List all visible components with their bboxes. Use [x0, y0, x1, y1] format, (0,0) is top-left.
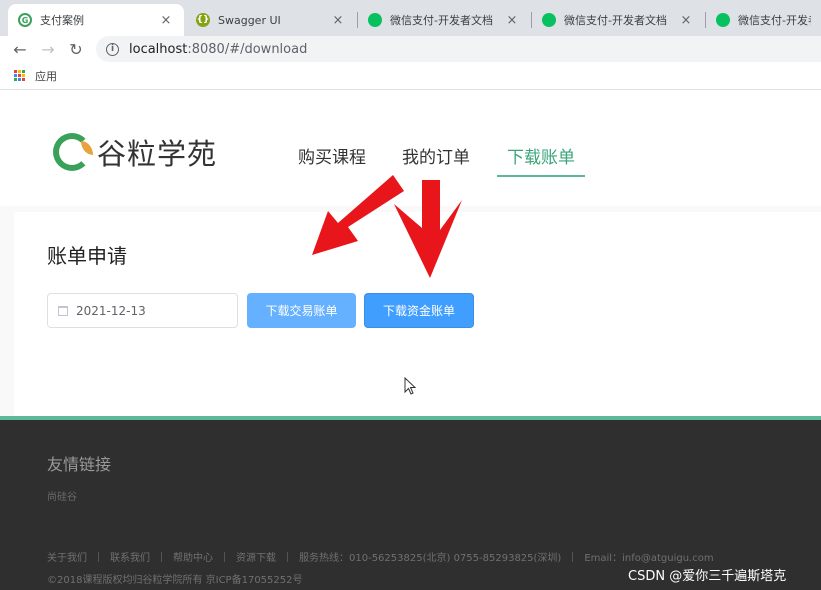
tab-close-icon[interactable]: ×	[330, 13, 346, 28]
tab-wechat-docs-1[interactable]: 微信支付-开发者文档 ×	[358, 4, 530, 36]
footer-links: 关于我们 联系我们 帮助中心 资源下载 服务热线：010-56253825(北京…	[47, 549, 714, 564]
footer-divider	[98, 551, 99, 562]
tab-close-icon[interactable]: ×	[678, 13, 694, 28]
footer-divider	[224, 551, 225, 562]
wechat-icon	[542, 13, 556, 27]
footer-divider	[161, 551, 162, 562]
footer-link-contact[interactable]: 联系我们	[110, 549, 150, 564]
site-info-icon[interactable]: i	[106, 42, 119, 56]
reload-icon[interactable]: ↻	[66, 39, 86, 59]
browser-toolbar: ← → ↻ i localhost:8080/#/download	[0, 36, 821, 62]
logo-text: 谷粒学苑	[97, 137, 218, 171]
active-nav-underline	[497, 175, 585, 177]
download-trade-bill-button[interactable]: 下载交易账单	[247, 293, 356, 328]
tab-title: 微信支付-开发者文档	[564, 14, 667, 27]
apps-label[interactable]: 应用	[35, 68, 57, 84]
browser-tab-bar: G 支付案例 × {} Swagger UI × 微信支付-开发者文档 × 微信…	[0, 0, 821, 36]
tab-wechat-docs-2[interactable]: 微信支付-开发者文档 ×	[532, 4, 704, 36]
footer-divider	[572, 551, 574, 562]
page-title: 账单申请	[47, 244, 127, 268]
apps-grid-icon[interactable]	[14, 69, 26, 82]
address-bar[interactable]: i localhost:8080/#/download	[96, 36, 821, 62]
tab-swagger-ui[interactable]: {} Swagger UI ×	[186, 4, 356, 36]
footer-link-resources[interactable]: 资源下载	[236, 549, 276, 564]
tab-close-icon[interactable]: ×	[504, 13, 520, 28]
site-logo[interactable]: 谷粒学苑	[53, 131, 217, 173]
tab-title: 微信支付-开发者文档	[738, 14, 811, 27]
nav-my-orders[interactable]: 我的订单	[402, 143, 470, 168]
friend-links-title: 友情链接	[47, 455, 112, 474]
swagger-icon: {}	[196, 13, 210, 27]
download-fund-bill-button[interactable]: 下载资金账单	[364, 293, 474, 328]
nav-download-bills[interactable]: 下载账单	[507, 143, 575, 168]
footer-divider	[287, 551, 288, 562]
tab-title: Swagger UI	[218, 13, 281, 27]
calendar-icon	[58, 305, 68, 316]
url-text: localhost:8080/#/download	[129, 42, 307, 57]
tab-title: 支付案例	[40, 14, 84, 27]
wechat-icon	[716, 13, 730, 27]
url-host: localhost	[129, 41, 188, 57]
tab-payment-demo[interactable]: G 支付案例 ×	[8, 4, 184, 36]
forward-icon[interactable]: →	[38, 39, 58, 59]
red-arrow-annotation	[394, 180, 462, 278]
date-picker[interactable]: 2021-12-13	[47, 293, 238, 328]
tab-close-icon[interactable]: ×	[158, 13, 174, 28]
chrome-g-icon: G	[18, 13, 32, 27]
wechat-icon	[368, 13, 382, 27]
copyright: ©2018课程版权均归谷粒学院所有 京ICP备17055252号	[47, 575, 303, 586]
back-icon[interactable]: ←	[10, 39, 30, 59]
footer-link-about[interactable]: 关于我们	[47, 549, 87, 564]
mouse-cursor-icon	[404, 377, 417, 395]
date-value: 2021-12-13	[76, 303, 146, 318]
bookmarks-bar: 应用	[0, 62, 821, 90]
csdn-watermark: CSDN @爱你三千遍斯塔克	[628, 569, 787, 584]
friend-link[interactable]: 尚硅谷	[47, 488, 77, 503]
footer-link-help[interactable]: 帮助中心	[173, 549, 213, 564]
url-path: :8080/#/download	[187, 41, 308, 57]
footer-email: Email：info@atguigu.com	[584, 553, 714, 564]
logo-g-icon	[53, 133, 93, 171]
tab-wechat-docs-3[interactable]: 微信支付-开发者文档	[706, 4, 821, 36]
footer-hotline: 服务热线：010-56253825(北京) 0755-85293825(深圳)	[299, 553, 562, 564]
tab-title: 微信支付-开发者文档	[390, 14, 493, 27]
